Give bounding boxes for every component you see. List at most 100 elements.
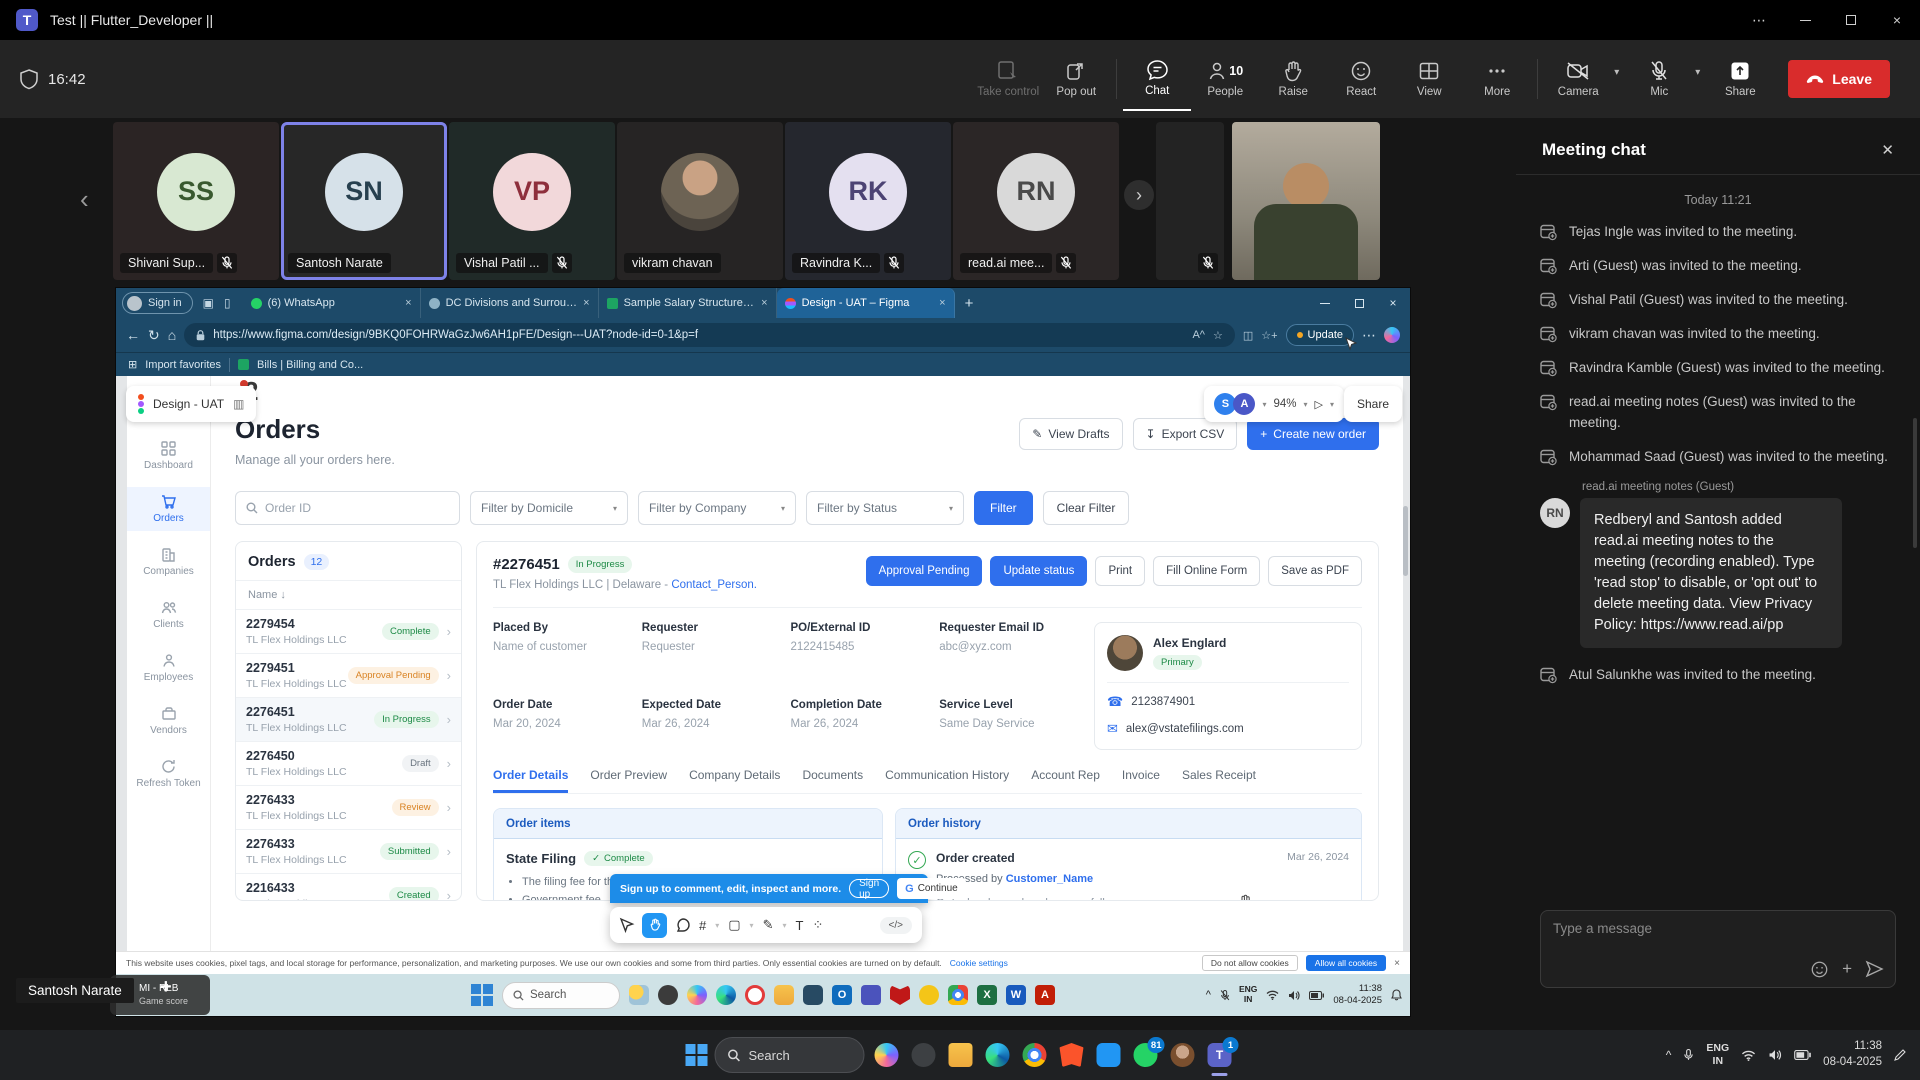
home-icon[interactable]: ⌂: [168, 327, 176, 343]
taskbar-app-icon[interactable]: [861, 985, 881, 1005]
dev-mode-toggle[interactable]: </>: [880, 917, 912, 934]
view-button[interactable]: View: [1395, 47, 1463, 111]
mic-chevron-icon[interactable]: ▾: [1695, 67, 1700, 78]
order-action-button[interactable]: Save as PDF: [1268, 556, 1362, 586]
browser-minimize-button[interactable]: [1308, 288, 1342, 318]
order-list-row[interactable]: 2276450 TL Flex Holdings LLC Draft ›: [236, 741, 461, 785]
create-new-order-button[interactable]: +Create new order: [1247, 418, 1379, 450]
browser-tab[interactable]: Design - UAT – Figma ×: [777, 288, 955, 318]
shape-tool-icon[interactable]: ▢: [728, 917, 740, 933]
order-action-button[interactable]: Approval Pending: [866, 556, 983, 586]
camera-button[interactable]: Camera: [1544, 47, 1612, 111]
filter-status-dropdown[interactable]: Filter by Status▾: [806, 491, 964, 525]
tab-close-icon[interactable]: ×: [583, 297, 589, 309]
filmstrip-next-icon[interactable]: ›: [1124, 180, 1154, 210]
contact-phone[interactable]: 2123874901: [1131, 696, 1195, 708]
back-icon[interactable]: ←: [126, 327, 140, 343]
url-field[interactable]: https://www.figma.com/design/9BKQ0FOHRWa…: [184, 323, 1235, 347]
order-detail-tab[interactable]: Documents: [802, 768, 863, 793]
text-tool-icon[interactable]: T: [795, 918, 803, 933]
taskbar-app-icon[interactable]: [1057, 1040, 1087, 1070]
figma-file-menu[interactable]: Design - UAT ▥: [126, 386, 256, 422]
mic-button[interactable]: Mic: [1625, 47, 1693, 111]
taskbar-app-icon[interactable]: X: [977, 985, 997, 1005]
tray-mic-icon[interactable]: [1683, 1048, 1694, 1062]
pen-tool-icon[interactable]: ✎: [763, 917, 774, 933]
taskbar-app-icon[interactable]: [1094, 1040, 1124, 1070]
emoji-icon[interactable]: [1811, 961, 1828, 978]
send-icon[interactable]: [1866, 961, 1883, 977]
chat-message-input[interactable]: [1553, 921, 1883, 955]
favorites-icon[interactable]: ☆+: [1261, 329, 1277, 342]
zoom-chevron-icon[interactable]: ▾: [1304, 400, 1308, 409]
more-button[interactable]: More: [1463, 47, 1531, 111]
frame-tool-icon[interactable]: #: [699, 918, 706, 933]
taskbar-app-icon[interactable]: A: [1035, 985, 1055, 1005]
chevron-down-icon[interactable]: ▾: [782, 921, 786, 930]
window-minimize-button[interactable]: [1782, 0, 1828, 40]
participant-tile[interactable]: SS Shivani Sup...: [113, 122, 279, 280]
language-indicator[interactable]: ENGIN: [1239, 985, 1257, 1005]
order-action-button[interactable]: Update status: [990, 556, 1087, 586]
volume-icon[interactable]: [1768, 1049, 1782, 1061]
taskbar-app-icon[interactable]: 81: [1131, 1040, 1161, 1070]
order-detail-tab[interactable]: Account Rep: [1031, 768, 1100, 793]
order-list-row[interactable]: 2276451 TL Flex Holdings LLC In Progress…: [236, 697, 461, 741]
camera-chevron-icon[interactable]: ▾: [1614, 67, 1619, 78]
people-button[interactable]: 10 People: [1191, 47, 1259, 111]
participant-tile[interactable]: vikram chavan: [617, 122, 783, 280]
browser-update-button[interactable]: Update: [1286, 324, 1354, 346]
taskbar-app-icon[interactable]: [629, 985, 649, 1005]
order-list-row[interactable]: 2279451 TL Flex Holdings LLC Approval Pe…: [236, 653, 461, 697]
new-tab-button[interactable]: +: [965, 295, 974, 312]
sidebar-item-clients[interactable]: Clients: [127, 593, 210, 637]
taskbar-app-icon[interactable]: 1T: [1205, 1040, 1235, 1070]
google-continue-button[interactable]: GContinue: [897, 878, 966, 899]
browser-close-button[interactable]: ×: [1376, 288, 1410, 318]
participant-tile[interactable]: VP Vishal Patil ...: [449, 122, 615, 280]
taskbar-app-icon[interactable]: [919, 985, 939, 1005]
taskbar-app-icon[interactable]: [948, 985, 968, 1005]
taskbar-app-icon[interactable]: [909, 1040, 939, 1070]
filter-company-dropdown[interactable]: Filter by Company▾: [638, 491, 796, 525]
participant-tile[interactable]: SN Santosh Narate: [281, 122, 447, 280]
battery-icon[interactable]: [1309, 991, 1324, 1000]
order-list-row[interactable]: 2279454 TL Flex Holdings LLC Complete ›: [236, 609, 461, 653]
vertical-tabs-icon[interactable]: ▯: [224, 296, 231, 310]
wifi-icon[interactable]: [1741, 1050, 1756, 1061]
chevron-down-icon[interactable]: ▾: [715, 921, 719, 930]
sidebar-item-dashboard[interactable]: Dashboard: [127, 434, 210, 478]
taskbar-clock[interactable]: 11:3808-04-2025: [1823, 1039, 1882, 1070]
customer-name-link[interactable]: Customer_Name: [1006, 873, 1093, 885]
sidebar-item-refresh-token[interactable]: Refresh Token: [127, 752, 210, 796]
order-detail-tab[interactable]: Order Preview: [590, 768, 667, 793]
contact-person-link[interactable]: Contact_Person.: [671, 579, 757, 591]
chat-input-box[interactable]: +: [1540, 910, 1896, 988]
taskbar-app-icon[interactable]: [716, 985, 736, 1005]
zoom-level[interactable]: 94%: [1273, 398, 1296, 410]
favorite-star-icon[interactable]: ☆: [1213, 329, 1223, 342]
tray-chevron-icon[interactable]: ^: [1666, 1048, 1672, 1062]
taskbar-app-icon[interactable]: [658, 985, 678, 1005]
taskbar-app-icon[interactable]: [687, 985, 707, 1005]
pen-icon[interactable]: [1894, 1049, 1906, 1061]
taskbar-app-icon[interactable]: [745, 985, 765, 1005]
react-button[interactable]: React: [1327, 47, 1395, 111]
participant-tile[interactable]: RK Ravindra K...: [785, 122, 951, 280]
chat-scrollbar[interactable]: [1913, 418, 1917, 548]
deny-cookies-button[interactable]: Do not allow cookies: [1202, 955, 1298, 971]
shared-search-box[interactable]: Search: [502, 982, 620, 1009]
share-button[interactable]: Share: [1706, 47, 1774, 111]
chevron-down-icon[interactable]: ▾: [750, 921, 754, 930]
tray-mic-icon[interactable]: [1220, 989, 1230, 1002]
window-more-button[interactable]: ⋯: [1736, 0, 1782, 40]
volume-icon[interactable]: [1288, 990, 1300, 1001]
order-detail-tab[interactable]: Order Details: [493, 768, 568, 793]
bookmark-import[interactable]: Import favorites: [145, 359, 221, 371]
export-csv-button[interactable]: ↧Export CSV: [1133, 418, 1238, 450]
shared-clock[interactable]: 11:3808-04-2025: [1333, 983, 1382, 1007]
taskbar-app-icon[interactable]: [890, 985, 910, 1005]
order-list-row[interactable]: 2276433 TL Flex Holdings LLC Submitted ›: [236, 829, 461, 873]
copilot-icon[interactable]: [1384, 327, 1400, 343]
browser-tab[interactable]: Sample Salary Structure with calc ×: [599, 288, 777, 318]
